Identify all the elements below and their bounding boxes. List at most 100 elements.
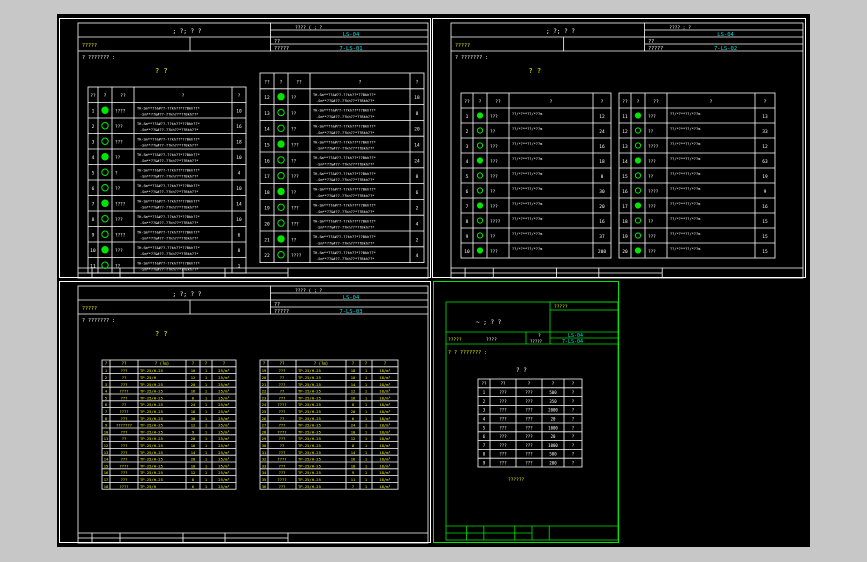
table-header: ? <box>710 99 713 105</box>
row-number: 1 <box>105 368 108 373</box>
plant-name: ??? <box>121 470 128 475</box>
sheet-4-drawing: ?????~ ; ? ?????? ??????????LS-047-LS-04?… <box>445 301 619 541</box>
plant-spec-line2: -Sm**??&#??-??kh??*??Bkh??* <box>140 221 198 225</box>
plant-name: ?? <box>280 416 285 421</box>
plant-spec: TP-25/H <box>140 375 157 380</box>
plant-unit: 1 <box>205 395 208 400</box>
plant-size: 12 <box>191 375 196 380</box>
plant-name: ?? <box>291 190 297 196</box>
inner-frame <box>77 22 429 279</box>
row-number: 35 <box>262 477 267 482</box>
plant-name: ? <box>115 171 118 177</box>
row-number: 6 <box>105 402 108 407</box>
plant-name: ?? <box>280 375 285 380</box>
plant-spec: ??/*?**??/*??m <box>670 157 700 161</box>
plant-symbol-icon <box>634 247 642 254</box>
row-number: 14 <box>622 159 628 165</box>
plant-spec: TP-25/H-25 <box>140 477 163 482</box>
row-number: 22 <box>264 253 270 259</box>
plant-name: ???? <box>277 457 286 462</box>
plant-spec-line2: -Sm**??&#??-??kh??*??Bkh??* <box>316 162 374 166</box>
plant-spec: ??? <box>525 443 533 448</box>
plant-name: ?? <box>490 189 496 195</box>
row-number: 16 <box>264 158 270 164</box>
table-header: ?? <box>280 361 285 366</box>
plant-spec: TP-25/H-25 <box>298 375 321 380</box>
plant-name: ?? <box>648 219 654 225</box>
plant-density: 18/m² <box>379 375 390 380</box>
plant-name: ???? <box>490 219 501 225</box>
plant-size: 16 <box>351 457 356 462</box>
code-label: ?? <box>274 302 280 308</box>
plant-name: ???? <box>648 144 659 150</box>
drawing-sheet-4-selected[interactable]: ????? ~ ; ? ???????????????? LS-04 7-LS-04?… <box>433 281 619 543</box>
plant-qty: 16 <box>599 219 605 225</box>
row-number: 17 <box>622 204 628 210</box>
plant-name: ???? <box>115 233 126 239</box>
plant-qty: 13 <box>762 114 768 120</box>
row-number: 18 <box>622 219 628 225</box>
table-header: ? <box>182 93 185 99</box>
plant-symbol-icon <box>476 112 484 119</box>
plant-name: ?? <box>280 389 285 394</box>
plant-unit: 1 <box>365 416 368 421</box>
cad-model-viewport[interactable]: ; ?; ? ????? ( ; ????????????? LS-04 7-LS-… <box>57 14 810 547</box>
drawing-sheet-2[interactable]: ; ?; ? ????? ; ????????????? LS-04 7-LS-02… <box>432 18 806 279</box>
plant-symbol-icon <box>101 153 109 161</box>
table-header: ? <box>601 99 604 105</box>
plant-name: ??? <box>648 249 656 255</box>
plant-spec: TP-25/H-25 <box>140 368 163 373</box>
plant-spec: TP-25/H-25 <box>140 402 163 407</box>
plant-spec-line2: -Sm**??&#??-??kh??*??Bkh??* <box>140 252 198 256</box>
plant-spec: ??/*?**??/*??m <box>670 112 700 116</box>
plant-name: ?? <box>291 111 297 117</box>
plant-spec: TH-Sm**??&#??-??kh??*??Bkh??* <box>137 199 200 203</box>
plant-qty: 9 <box>764 189 767 195</box>
project-value: ???? <box>486 337 497 343</box>
table-header: ? <box>479 99 482 105</box>
plant-symbol-icon <box>277 187 285 196</box>
plant-symbol-icon <box>634 202 642 209</box>
plant-spec: ??/*?**??/*??m <box>512 202 542 206</box>
plant-size: 18 <box>351 463 356 468</box>
table-header: ? <box>238 93 241 99</box>
plant-symbol-icon <box>101 168 109 176</box>
plant-symbol-icon <box>634 172 642 179</box>
plant-spec: TP-25/H-25 <box>298 409 321 414</box>
table-header: ? <box>365 361 368 366</box>
plant-density: 18/m² <box>379 463 390 468</box>
plant-name: ??? <box>279 450 286 455</box>
plant-density: 18/m² <box>379 382 390 387</box>
row-number: 29 <box>262 436 267 441</box>
row-number: 25 <box>262 409 267 414</box>
row-number: 14 <box>264 127 270 133</box>
plant-spec: TP-25/H-25 <box>140 395 163 400</box>
plant-spec: TH-Sm**??&#??-??kh??*??Bkh??* <box>313 219 376 223</box>
plant-density: 25/m² <box>218 423 229 428</box>
drawing-sheet-3[interactable]: ; ?; ? ????? ( ; ????????????? LS-04 7-LS-… <box>59 281 431 544</box>
plant-size: 8 <box>192 395 195 400</box>
plant-spec: ??/*?**??/*??m <box>670 232 700 236</box>
plant-name: ??? <box>490 144 498 150</box>
plant-name: ??? <box>121 368 128 373</box>
plant-name: ??? <box>499 452 507 457</box>
plant-symbol-icon <box>101 230 109 238</box>
plant-spec: ??/*?**??/*??m <box>512 232 542 236</box>
plant-name: ??? <box>490 159 498 165</box>
plant-unit: 1 <box>365 436 368 441</box>
drawing-sheet-1[interactable]: ; ?; ? ????? ( ; ????????????? LS-04 7-LS-… <box>59 18 431 279</box>
plant-spec: TP-25/H-25 <box>298 484 321 489</box>
row-number: 8 <box>105 416 108 421</box>
table-header: ? <box>528 381 531 386</box>
plant-name: ??? <box>115 217 123 223</box>
row-number: 5 <box>92 171 95 177</box>
plant-name: ???? <box>291 253 302 259</box>
row-number: 3 <box>466 144 469 150</box>
row-number: 7 <box>466 204 469 210</box>
plant-size: 6 <box>192 484 195 489</box>
row-number: 6 <box>92 186 95 192</box>
code-value: LS-04 <box>717 32 734 38</box>
plant-qty: 12 <box>762 144 768 150</box>
row-number: 28 <box>262 429 267 434</box>
plant-spec: TH-Sm**??&#??-??kh??*??Bkh??* <box>313 125 376 129</box>
